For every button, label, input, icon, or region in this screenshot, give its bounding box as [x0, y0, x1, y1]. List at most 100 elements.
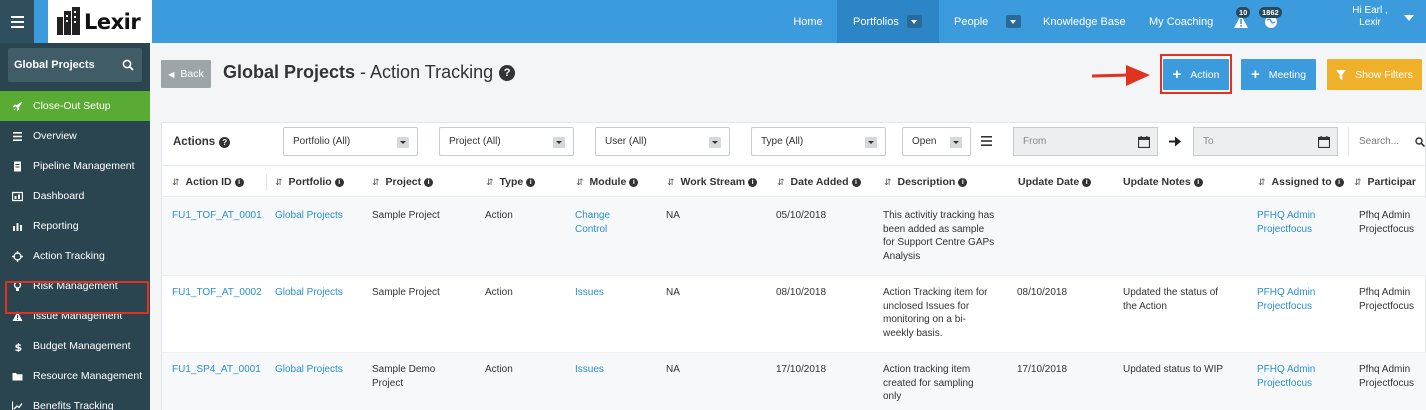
column-header-participants[interactable]: ⇵ Participar — [1354, 176, 1416, 188]
dashboard-icon — [12, 191, 23, 202]
column-header-work-stream[interactable]: ⇵ Work Stream i — [667, 176, 758, 188]
folder-icon — [12, 373, 23, 381]
status-select[interactable]: Open — [902, 127, 971, 156]
sidebar-item-label: Pipeline Management — [33, 160, 135, 172]
sidebar-item-dashboard[interactable]: Dashboard — [0, 181, 150, 211]
portfolio-link[interactable]: Global Projects — [275, 286, 343, 300]
nav-portfolios[interactable]: Portfolios — [837, 0, 939, 43]
action-id-link[interactable]: FU1_SP4_AT_0001 — [172, 363, 261, 377]
project-search-field[interactable]: Global Projects — [8, 48, 142, 82]
type-select[interactable]: Type (All) — [751, 127, 886, 156]
search-icon[interactable] — [122, 59, 134, 71]
search-icon[interactable] — [1415, 137, 1425, 147]
column-header-assigned-to[interactable]: ⇵ Assigned to i — [1258, 176, 1344, 188]
show-filters-button[interactable]: Show Filters — [1327, 59, 1422, 90]
portfolio-link[interactable]: Global Projects — [275, 209, 343, 223]
column-header-update-notes[interactable]: Update Notes i — [1123, 176, 1203, 188]
portfolio-select[interactable]: Portfolio (All) — [283, 127, 418, 156]
portfolio-link[interactable]: Global Projects — [275, 363, 343, 377]
sidebar-item-label: Benefits Tracking — [33, 400, 114, 410]
table-search-input[interactable]: Search... — [1348, 127, 1426, 156]
list-icon — [13, 132, 22, 141]
description-cell: This activitiy tracking has been added as… — [883, 210, 995, 262]
column-header-action-id[interactable]: ⇵ Action ID i — [172, 176, 244, 188]
menu-toggle-button[interactable] — [0, 0, 34, 43]
project-select[interactable]: Project (All) — [439, 127, 574, 156]
module-link[interactable]: Issues — [575, 363, 604, 377]
sidebar-item-label: Overview — [33, 130, 77, 142]
project-cell: Sample Demo Project — [372, 364, 436, 389]
add-meeting-button[interactable]: + Meeting — [1241, 59, 1316, 90]
column-header-module[interactable]: ⇵ Module i — [576, 176, 639, 188]
nav-my-coaching-label: My Coaching — [1149, 15, 1214, 28]
action-id-link[interactable]: FU1_TOF_AT_0001 — [172, 209, 262, 223]
portfolio-select-value: Portfolio (All) — [293, 136, 351, 147]
chevron-down-icon[interactable] — [1006, 15, 1022, 28]
column-header-update-date[interactable]: Update Date i — [1018, 176, 1092, 188]
assigned-to-link[interactable]: PFHQ Admin Projectfocus — [1257, 286, 1315, 313]
sidebar-item-action-tracking[interactable]: Action Tracking — [0, 241, 150, 271]
info-icon: i — [526, 177, 536, 187]
sort-icon: ⇵ — [172, 176, 180, 187]
page-title: Global Projects - Action Tracking ? — [223, 62, 516, 83]
logo[interactable]: Lexir — [48, 0, 152, 43]
type-cell: Action — [485, 364, 513, 375]
chevron-down-icon — [553, 137, 565, 148]
page-title-project: Global Projects — [223, 62, 356, 82]
user-select[interactable]: User (All) — [595, 127, 730, 156]
column-header-date-added[interactable]: ⇵ Date Added i — [777, 176, 861, 188]
assigned-to-link[interactable]: PFHQ Admin Projectfocus — [1257, 209, 1315, 236]
sidebar-item-budget-management[interactable]: $ Budget Management — [0, 331, 150, 361]
sidebar-item-pipeline-management[interactable]: Pipeline Management — [0, 151, 150, 181]
add-meeting-label: Meeting — [1268, 68, 1307, 81]
menu-lines-icon[interactable] — [981, 136, 992, 146]
sort-icon: ⇵ — [372, 176, 380, 187]
column-header-portfolio[interactable]: ⇵ Portfolio i — [275, 176, 344, 188]
info-icon: i — [1193, 177, 1203, 187]
module-link[interactable]: Change Control — [575, 209, 610, 236]
action-id-link[interactable]: FU1_TOF_AT_0002 — [172, 286, 262, 300]
module-link[interactable]: Issues — [575, 286, 604, 300]
chevron-down-icon — [709, 137, 721, 148]
table-row[interactable]: FU1_SP4_AT_0001 Global Projects Sample D… — [162, 352, 1426, 410]
column-header-type[interactable]: ⇵ Type i — [486, 176, 536, 188]
assigned-to-link[interactable]: PFHQ Admin Projectfocus — [1257, 363, 1315, 390]
column-header-description[interactable]: ⇵ Description i — [884, 176, 968, 188]
nav-my-coaching[interactable]: My Coaching — [1149, 0, 1213, 43]
chevron-down-icon[interactable] — [906, 15, 922, 28]
help-icon[interactable]: ? — [499, 64, 516, 81]
nav-home-label: Home — [793, 15, 823, 28]
sort-icon: ⇵ — [667, 176, 675, 187]
sidebar-item-close-out-setup[interactable]: Close-Out Setup — [0, 91, 150, 121]
chevron-left-icon: ◀ — [168, 69, 175, 79]
caret-down-icon[interactable] — [1404, 15, 1414, 23]
from-date-field[interactable]: From — [1013, 127, 1158, 156]
table-row[interactable]: FU1_TOF_AT_0001 Global Projects Sample P… — [162, 198, 1426, 275]
calendar-icon[interactable] — [1138, 136, 1150, 148]
show-filters-label: Show Filters — [1355, 68, 1413, 81]
date-added-cell: 17/10/2018 — [776, 364, 827, 375]
back-button[interactable]: ◀ Back — [161, 60, 211, 88]
type-cell: Action — [485, 287, 513, 298]
calendar-icon[interactable] — [1318, 136, 1330, 148]
project-cell: Sample Project — [372, 210, 440, 221]
nav-knowledge-base[interactable]: Knowledge Base — [1043, 0, 1126, 43]
participants-cell: Pfhq Admin Projectfocus — [1359, 364, 1415, 389]
sidebar-item-benefits-tracking[interactable]: Benefits Tracking — [0, 391, 150, 410]
nav-portfolios-label: Portfolios — [853, 15, 899, 28]
help-icon[interactable]: ? — [219, 136, 231, 148]
sidebar-item-overview[interactable]: Overview — [0, 121, 150, 151]
info-icon: i — [629, 177, 639, 187]
work-stream-cell: NA — [666, 210, 680, 221]
table-row[interactable]: FU1_TOF_AT_0002 Global Projects Sample P… — [162, 275, 1426, 352]
nav-people[interactable]: People — [954, 0, 1024, 43]
sidebar-item-resource-management[interactable]: Resource Management — [0, 361, 150, 391]
column-header-project[interactable]: ⇵ Project i — [372, 176, 434, 188]
to-date-field[interactable]: To — [1193, 127, 1338, 156]
nav-home[interactable]: Home — [780, 0, 836, 43]
line-chart-icon — [12, 401, 23, 410]
logo-text: Lexir — [84, 9, 141, 34]
user-menu[interactable]: Hi Earl , Lexir — [1340, 5, 1400, 29]
sidebar-item-reporting[interactable]: Reporting — [0, 211, 150, 241]
crosshair-icon — [12, 251, 23, 262]
